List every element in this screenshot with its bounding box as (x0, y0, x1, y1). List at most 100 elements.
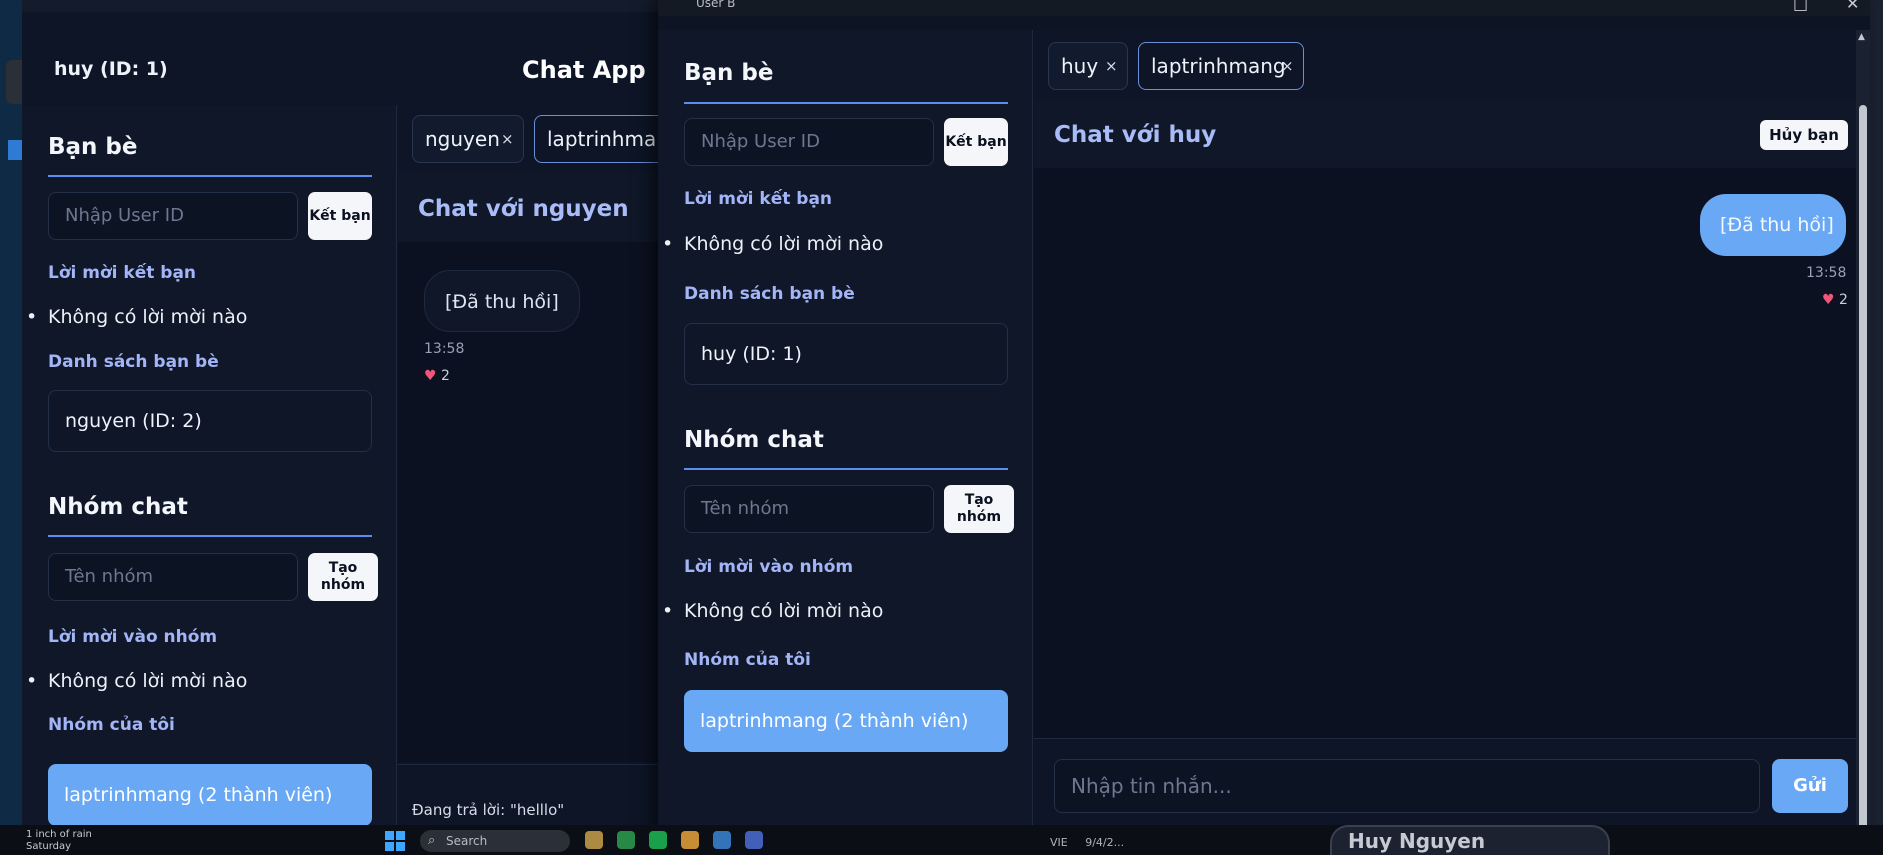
message-time: 13:58 (424, 341, 465, 357)
taskbar-apps (585, 831, 763, 849)
chrome-icon[interactable] (681, 831, 699, 849)
tab-label: huy (1061, 54, 1099, 78)
group-name-input[interactable]: Tên nhóm (48, 553, 298, 601)
tab-huy[interactable]: huy × (1048, 42, 1128, 90)
section-divider (684, 102, 1008, 104)
reaction-count: 2 (1839, 292, 1848, 308)
sidebar: Bạn bè Nhập User ID Kết bạn Lời mời kết … (22, 106, 397, 830)
reply-bar: Đang trả lời: "helllo" (398, 764, 662, 831)
chat-tabs: nguyen × laptrinhmang (398, 106, 682, 173)
message-reaction[interactable]: ♥ 2 (424, 368, 450, 384)
group-item[interactable]: laptrinhmang (2 thành viên) (48, 764, 372, 826)
message-input[interactable]: Nhập tin nhắn... (1054, 759, 1760, 813)
friend-requests-empty: Không có lời mời nào (26, 306, 247, 328)
groups-heading: Nhóm chat (48, 494, 188, 520)
my-groups-heading: Nhóm của tôi (48, 715, 175, 735)
unfriend-button[interactable]: Hủy bạn (1760, 120, 1848, 150)
message-bubble[interactable]: [Đã thu hồi] (1700, 194, 1846, 256)
start-menu-icon[interactable] (385, 831, 405, 851)
tab-laptrinhmang[interactable]: laptrinhmang (534, 115, 682, 163)
window-titlebar: User B □ ✕ (658, 0, 1870, 16)
friend-requests-empty: Không có lời mời nào (662, 233, 883, 255)
maximize-icon[interactable]: □ (1793, 0, 1808, 13)
add-friend-button[interactable]: Kết bạn (308, 192, 372, 240)
heart-icon: ♥ (424, 368, 437, 384)
chat-app-window-user-a: huy (ID: 1) Chat App Bạn bè Nhập User ID… (22, 0, 682, 831)
send-button[interactable]: Gửi (1772, 759, 1848, 813)
chat-header: Chat với huy Hủy bạn (1034, 100, 1870, 169)
weather-day: Saturday (26, 841, 72, 852)
my-groups-heading: Nhóm của tôi (684, 650, 811, 670)
tab-laptrinhmang[interactable]: laptrinhmang × (1138, 42, 1304, 90)
weather-widget[interactable]: 1 inch of rain Saturday (26, 829, 92, 853)
user-profile-card[interactable]: Huy Nguyen (1330, 825, 1610, 855)
user-id-input[interactable]: Nhập User ID (684, 118, 934, 166)
taskbar: 1 inch of rain Saturday Search VIE 9/4/2… (0, 825, 1883, 855)
app-icon[interactable] (617, 831, 635, 849)
friends-heading: Bạn bè (48, 134, 138, 160)
friend-item[interactable]: huy (ID: 1) (684, 323, 1008, 385)
chat-title: Chat với nguyen (418, 196, 629, 222)
friend-list-heading: Danh sách bạn bè (684, 284, 855, 304)
window-titlebar (22, 0, 662, 12)
scrollbar-thumb[interactable] (1859, 105, 1867, 835)
section-divider (684, 468, 1008, 470)
spotify-icon[interactable] (649, 831, 667, 849)
friends-heading: Bạn bè (684, 60, 774, 86)
close-window-icon[interactable]: ✕ (1846, 0, 1859, 13)
message-bubble[interactable]: [Đã thu hồi] (424, 270, 580, 332)
create-group-button[interactable]: Tạo nhóm (308, 553, 378, 601)
close-icon[interactable]: × (1281, 43, 1294, 89)
group-invites-empty: Không có lời mời nào (26, 670, 247, 692)
close-icon[interactable]: × (1105, 43, 1118, 89)
chat-app-window-user-b: User B □ ✕ Bạn bè Nhập User ID Kết bạn L… (658, 0, 1870, 835)
group-name-input[interactable]: Tên nhóm (684, 485, 934, 533)
group-invites-heading: Lời mời vào nhóm (48, 627, 218, 647)
group-invites-heading: Lời mời vào nhóm (684, 557, 854, 577)
app-title: Chat App (522, 56, 646, 84)
section-divider (48, 535, 372, 537)
message-time: 13:58 (1806, 265, 1847, 281)
group-item[interactable]: laptrinhmang (2 thành viên) (684, 690, 1008, 752)
friend-requests-heading: Lời mời kết bạn (48, 263, 197, 283)
create-group-button[interactable]: Tạo nhóm (944, 485, 1014, 533)
friend-item[interactable]: nguyen (ID: 2) (48, 390, 372, 452)
tab-label: laptrinhmang (1151, 54, 1286, 78)
composer: Nhập tin nhắn... Gửi (1034, 738, 1870, 833)
desktop-edge (0, 0, 24, 855)
friend-requests-heading: Lời mời kết bạn (684, 189, 833, 209)
tab-label: nguyen (425, 127, 500, 151)
chat-title: Chat với huy (1054, 122, 1217, 148)
system-tray[interactable]: VIE 9/4/2... (1050, 836, 1124, 849)
groups-heading: Nhóm chat (684, 427, 824, 453)
tab-nguyen[interactable]: nguyen × (412, 115, 524, 163)
group-invites-empty: Không có lời mời nào (662, 600, 883, 622)
taskbar-search[interactable]: Search (420, 830, 570, 852)
friend-list-heading: Danh sách bạn bè (48, 352, 219, 372)
vscode-icon[interactable] (713, 831, 731, 849)
scroll-up-icon[interactable]: ▲ (1858, 32, 1865, 42)
window-title: User B (696, 0, 736, 10)
app-header: huy (ID: 1) Chat App (22, 12, 662, 107)
message-list: [Đã thu hồi] 13:58 ♥ 2 (398, 242, 662, 762)
chat-tabs: huy × laptrinhmang × (1034, 30, 1870, 101)
section-divider (48, 175, 372, 177)
chat-header: Chat với nguyen (398, 172, 662, 243)
current-user-label: huy (ID: 1) (54, 58, 168, 80)
language-indicator: VIE (1050, 836, 1068, 849)
message-reaction[interactable]: ♥ 2 (1822, 292, 1848, 308)
close-icon[interactable]: × (501, 116, 514, 162)
clock-date: 9/4/2... (1085, 836, 1125, 849)
sidebar: Bạn bè Nhập User ID Kết bạn Lời mời kết … (658, 30, 1033, 832)
add-friend-button[interactable]: Kết bạn (944, 118, 1008, 166)
heart-icon: ♥ (1822, 292, 1835, 308)
reaction-count: 2 (441, 368, 450, 384)
file-explorer-icon[interactable] (585, 831, 603, 849)
user-id-input[interactable]: Nhập User ID (48, 192, 298, 240)
app-icon[interactable] (745, 831, 763, 849)
desktop-widget-accent (8, 140, 22, 160)
replying-to-text: Đang trả lời: "helllo" (412, 801, 565, 819)
scrollbar[interactable]: ▲ (1856, 30, 1870, 835)
weather-text: 1 inch of rain (26, 829, 92, 840)
message-list: [Đã thu hồi] 13:58 ♥ 2 (1034, 168, 1870, 738)
